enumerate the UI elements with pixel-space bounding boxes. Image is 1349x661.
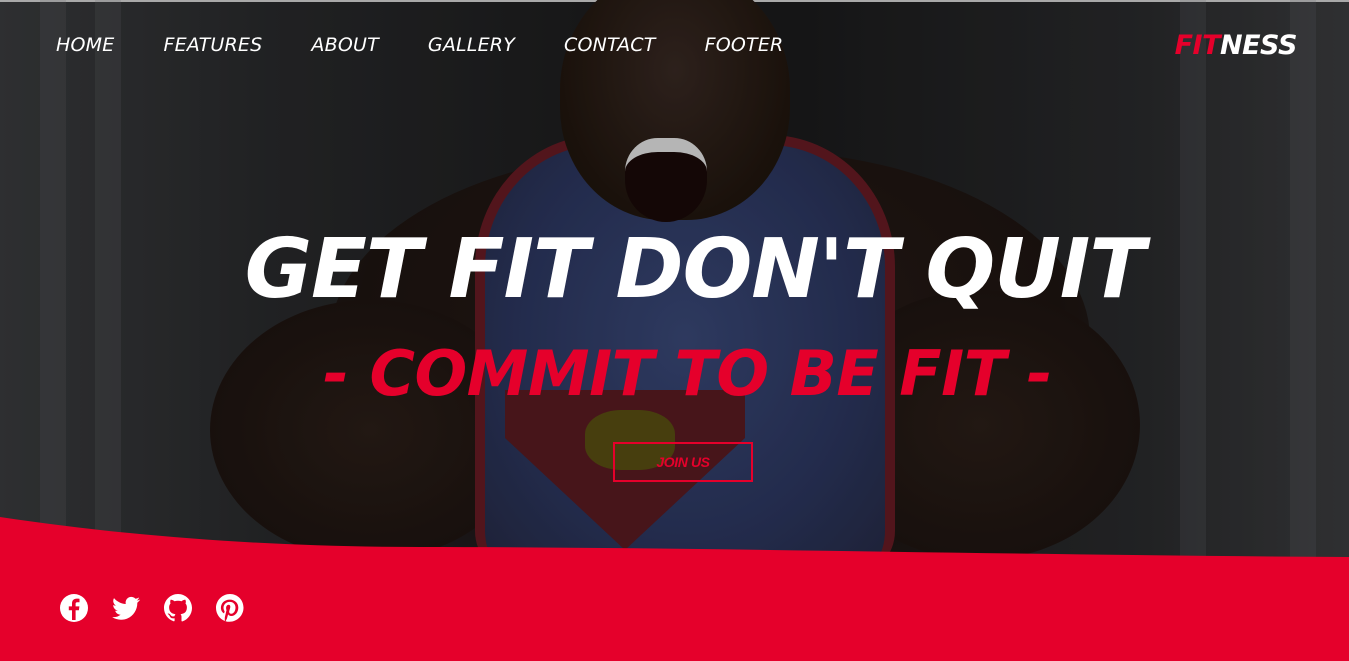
social-links (59, 593, 245, 623)
join-us-button[interactable]: JOIN US (613, 442, 753, 482)
nav-item-home[interactable]: HOME (56, 33, 114, 57)
twitter-icon[interactable] (111, 593, 141, 623)
footer-wave-shape (0, 517, 1349, 661)
nav-item-features[interactable]: FEATURES (163, 33, 262, 57)
nav-item-footer[interactable]: FOOTER (705, 33, 784, 57)
hero-headline: GET FIT DON'T QUIT (244, 222, 1146, 317)
facebook-icon[interactable] (59, 593, 89, 623)
hero-subheadline: - COMMIT TO BE FIT - (323, 337, 1052, 410)
github-icon[interactable] (163, 593, 193, 623)
nav-item-about[interactable]: ABOUT (311, 33, 379, 57)
hero-section: HOME FEATURES ABOUT GALLERY CONTACT FOOT… (0, 0, 1349, 661)
nav-item-contact[interactable]: CONTACT (564, 33, 656, 57)
pinterest-icon[interactable] (215, 593, 245, 623)
footer-wave (0, 517, 1349, 661)
brand-logo[interactable]: FITNESS (1174, 30, 1298, 62)
nav-item-gallery[interactable]: GALLERY (428, 33, 515, 57)
brand-logo-part-1: FIT (1174, 30, 1221, 61)
main-nav: HOME FEATURES ABOUT GALLERY CONTACT FOOT… (56, 33, 832, 57)
brand-logo-part-2: NESS (1220, 30, 1297, 61)
